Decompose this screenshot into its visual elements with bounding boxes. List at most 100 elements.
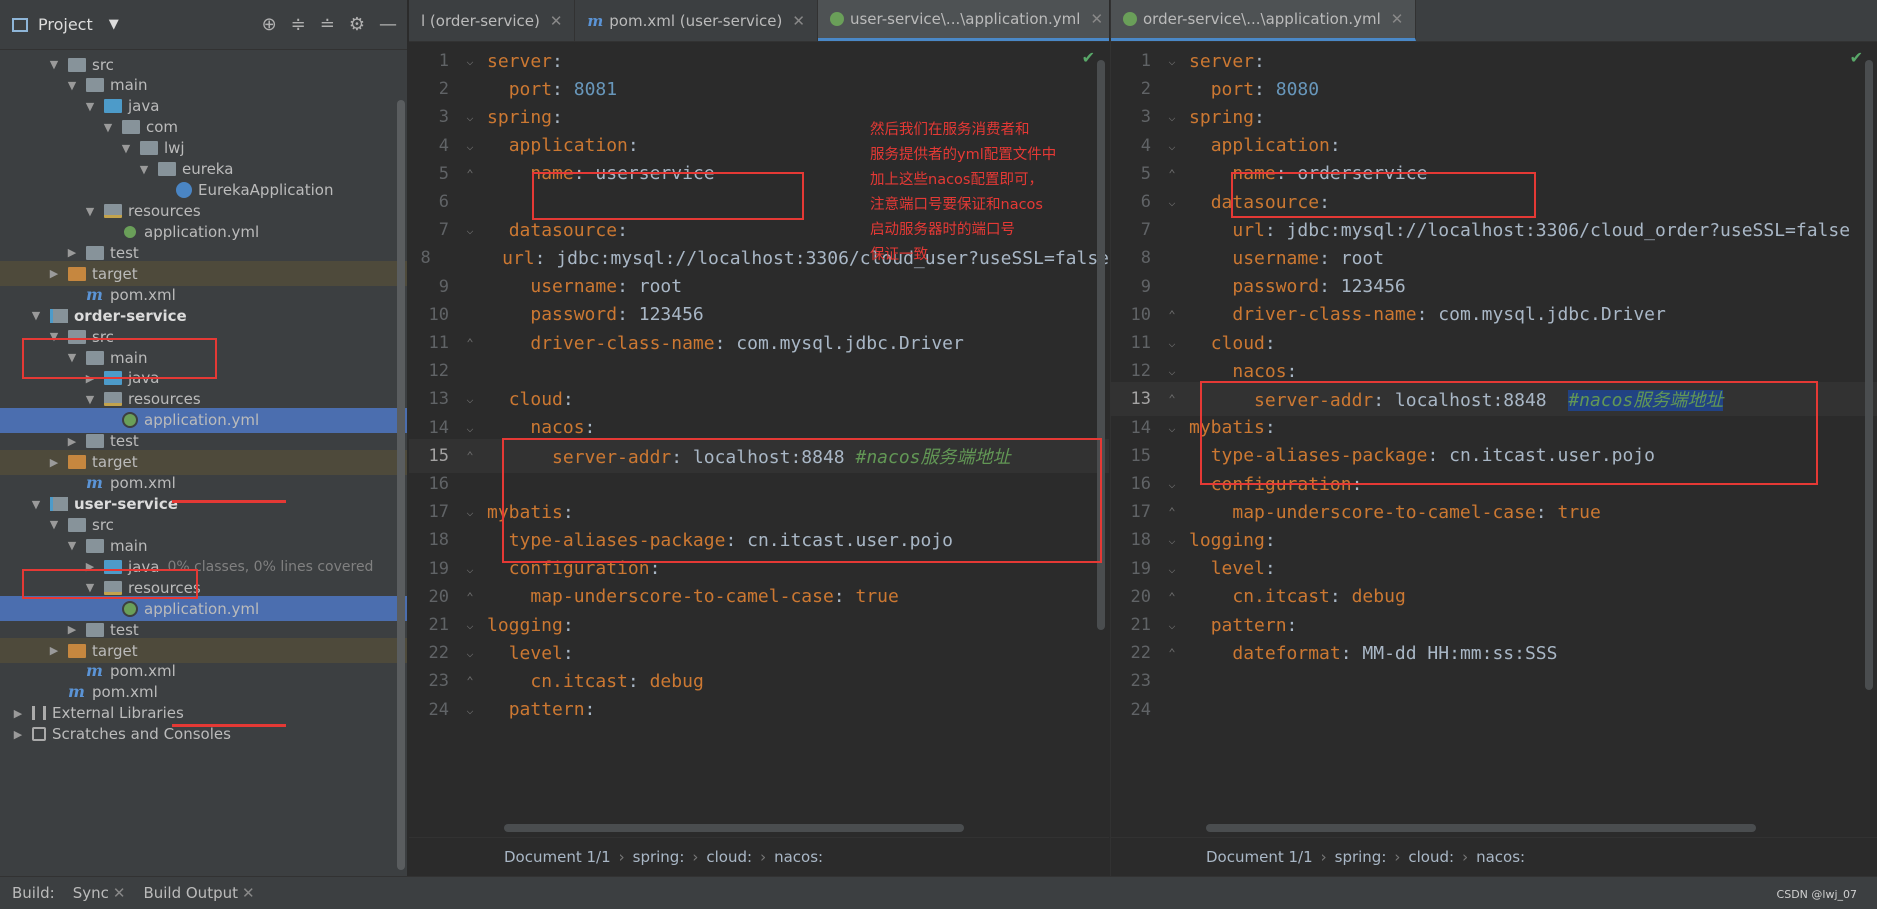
tab-sync[interactable]: Sync ✕ — [73, 884, 126, 902]
project-icon — [12, 17, 28, 32]
close-icon[interactable]: ✕ — [1090, 10, 1103, 28]
yaml-value: : — [1254, 106, 1265, 128]
yaml-value — [1189, 135, 1211, 156]
chevron-down-icon[interactable]: ▼ — [109, 17, 119, 32]
fold-close-icon[interactable]: ⌃ — [1161, 590, 1183, 604]
fold-close-icon[interactable]: ⌃ — [1161, 646, 1183, 660]
fold-close-icon[interactable]: ⌃ — [459, 590, 481, 604]
horizontal-scrollbar-right[interactable] — [1206, 824, 1756, 832]
fold-open-icon[interactable]: ⌵ — [1161, 477, 1183, 491]
line-number: 15 — [428, 445, 449, 466]
chevron-down-icon[interactable]: ▼ — [28, 498, 44, 511]
fold-close-icon[interactable]: ⌃ — [459, 336, 481, 350]
close-icon[interactable]: ✕ — [1391, 10, 1404, 28]
fold-open-icon[interactable]: ⌵ — [1161, 533, 1183, 547]
highlight-name-left — [532, 172, 804, 220]
chevron-down-icon[interactable]: ▼ — [82, 205, 98, 218]
vertical-scrollbar-right[interactable] — [1865, 60, 1873, 690]
project-title[interactable]: Project — [38, 15, 93, 34]
yaml-value — [1189, 643, 1232, 664]
fold-open-icon[interactable]: ⌵ — [459, 646, 481, 660]
breadcrumb-item[interactable]: Document 1/1 — [1206, 848, 1313, 866]
horizontal-scrollbar-left[interactable] — [504, 824, 964, 832]
yaml-value — [487, 163, 530, 184]
chevron-right-icon[interactable]: ▶ — [10, 728, 26, 741]
editor-tab[interactable]: order-service\...\application.yml ✕ — [1111, 0, 1417, 41]
fold-close-icon[interactable]: ⌃ — [459, 674, 481, 688]
close-icon[interactable]: ✕ — [113, 884, 126, 902]
fold-close-icon[interactable]: ⌃ — [1161, 392, 1183, 406]
fold-open-icon[interactable]: ⌵ — [459, 703, 481, 717]
breadcrumb-item[interactable]: spring: — [1335, 848, 1387, 866]
chevron-down-icon[interactable]: ▼ — [100, 121, 116, 134]
chevron-right-icon[interactable]: ▶ — [46, 267, 62, 280]
code-line[interactable]: 24 ⌵ pattern: — [409, 693, 1109, 727]
code-text: logging: — [1183, 530, 1276, 551]
chevron-down-icon[interactable]: ▼ — [64, 539, 80, 552]
chevron-right-icon[interactable]: ▶ — [46, 644, 62, 657]
fold-open-icon[interactable]: ⌵ — [459, 223, 481, 237]
fold-open-icon[interactable]: ⌵ — [459, 421, 481, 435]
locate-icon[interactable]: ⊕ — [262, 14, 277, 35]
fold-close-icon[interactable]: ⌃ — [459, 167, 481, 181]
chevron-down-icon[interactable]: ▼ — [82, 393, 98, 406]
chevron-down-icon[interactable]: ▼ — [46, 518, 62, 531]
fold-open-icon[interactable]: ⌵ — [459, 505, 481, 519]
chevron-right-icon[interactable]: ▶ — [64, 623, 80, 636]
fold-open-icon[interactable]: ⌵ — [459, 392, 481, 406]
chevron-right-icon[interactable]: ▶ — [64, 435, 80, 448]
fold-close-icon[interactable]: ⌃ — [459, 449, 481, 463]
fold-open-icon[interactable]: ⌵ — [1161, 562, 1183, 576]
fold-open-icon[interactable]: ⌵ — [1161, 336, 1183, 350]
fold-open-icon[interactable]: ⌵ — [1161, 421, 1183, 435]
fold-open-icon[interactable]: ⌵ — [1161, 364, 1183, 378]
tab-build-output[interactable]: Build Output ✕ — [143, 884, 254, 902]
editor-tab[interactable]: l (order-service) ✕ — [409, 0, 576, 41]
folder-icon — [86, 434, 104, 449]
gear-icon[interactable]: ⚙ — [349, 14, 365, 35]
chevron-right-icon[interactable]: ▶ — [10, 707, 26, 720]
fold-open-icon[interactable]: ⌵ — [459, 110, 481, 124]
editor-tab[interactable]: m pom.xml (user-service) ✕ — [575, 0, 818, 41]
fold-open-icon[interactable]: ⌵ — [1161, 195, 1183, 209]
fold-open-icon[interactable]: ⌵ — [1161, 110, 1183, 124]
chevron-down-icon[interactable]: ▼ — [28, 309, 44, 322]
expand-all-icon[interactable]: ≑ — [291, 14, 306, 35]
chevron-down-icon[interactable]: ▼ — [82, 100, 98, 113]
breadcrumb-item[interactable]: Document 1/1 — [504, 848, 611, 866]
close-icon[interactable]: ✕ — [550, 12, 563, 30]
fold-open-icon[interactable]: ⌵ — [1161, 54, 1183, 68]
chevron-right-icon[interactable]: ▶ — [64, 246, 80, 259]
editor-tab[interactable]: user-service\...\application.yml ✕ — [817, 0, 1109, 41]
fold-open-icon[interactable]: ⌵ — [459, 562, 481, 576]
editor-tab-label: pom.xml (user-service) — [609, 11, 783, 30]
chevron-down-icon[interactable]: ▼ — [46, 58, 62, 71]
code-line[interactable]: 24 — [1111, 693, 1877, 727]
fold-close-icon[interactable]: ⌃ — [1161, 167, 1183, 181]
breadcrumb-item[interactable]: cloud: — [706, 848, 752, 866]
yaml-file-icon — [1123, 12, 1137, 26]
breadcrumb-item[interactable]: spring: — [633, 848, 685, 866]
breadcrumb-item[interactable]: cloud: — [1408, 848, 1454, 866]
yaml-value: : — [627, 135, 639, 157]
close-icon[interactable]: ✕ — [242, 884, 255, 902]
fold-open-icon[interactable]: ⌵ — [1161, 139, 1183, 153]
fold-open-icon[interactable]: ⌵ — [459, 54, 481, 68]
chevron-down-icon[interactable]: ▼ — [64, 79, 80, 92]
collapse-all-icon[interactable]: ≐ — [320, 14, 335, 35]
hide-icon[interactable]: — — [379, 14, 397, 35]
tree-scrollbar[interactable] — [397, 100, 405, 870]
fold-close-icon[interactable]: ⌃ — [1161, 308, 1183, 322]
close-icon[interactable]: ✕ — [792, 12, 805, 30]
chevron-down-icon[interactable]: ▼ — [136, 163, 152, 176]
fold-open-icon[interactable]: ⌵ — [459, 618, 481, 632]
resources-folder-icon — [104, 392, 122, 407]
chevron-down-icon[interactable]: ▼ — [118, 142, 134, 155]
chevron-right-icon[interactable]: ▶ — [46, 456, 62, 469]
fold-open-icon[interactable]: ⌵ — [459, 139, 481, 153]
fold-open-icon[interactable]: ⌵ — [1161, 618, 1183, 632]
fold-close-icon[interactable]: ⌃ — [1161, 505, 1183, 519]
breadcrumb-item[interactable]: nacos: — [1476, 848, 1525, 866]
yaml-key: nacos — [530, 417, 585, 439]
breadcrumb-item[interactable]: nacos: — [774, 848, 823, 866]
